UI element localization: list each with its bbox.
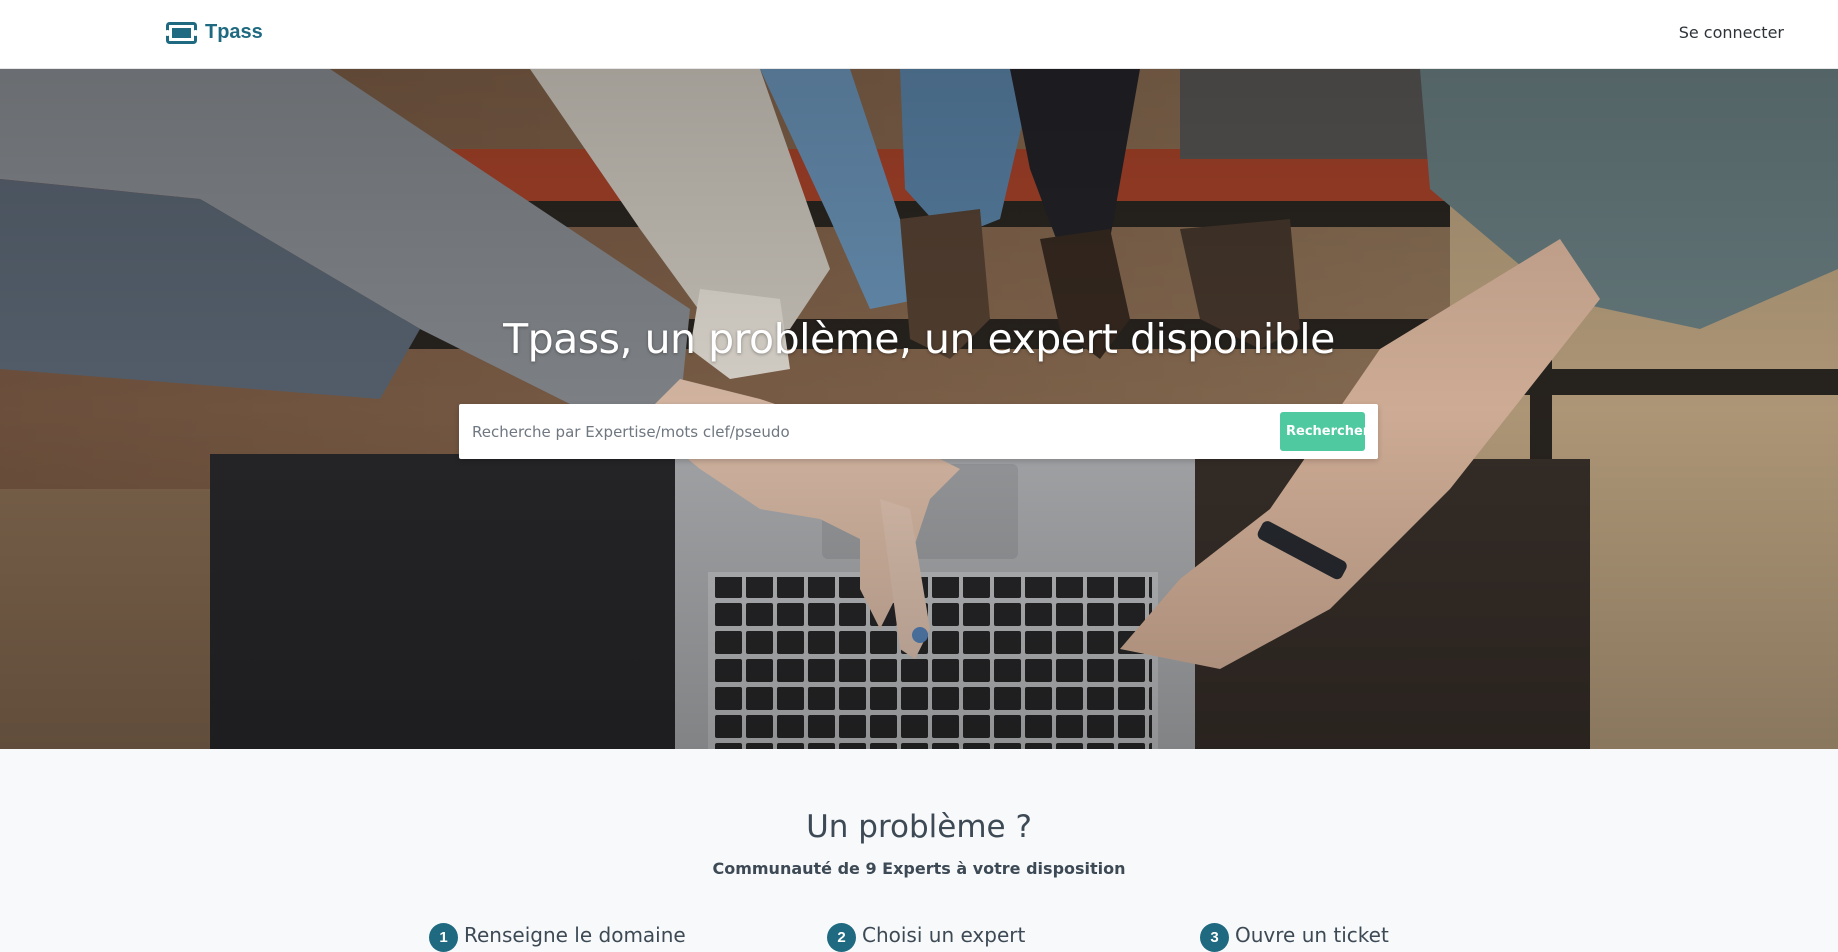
step-item: 3 Ouvre un ticket — [1200, 917, 1389, 952]
step-label: Choisi un expert — [862, 922, 1026, 947]
brand-link[interactable]: Tpass — [166, 21, 263, 44]
step-number-badge: 2 — [827, 923, 856, 952]
hero-section: Tpass, un problème, un expert disponible… — [0, 69, 1838, 749]
search-input[interactable] — [459, 404, 1274, 459]
search-button[interactable]: Rechercher — [1280, 412, 1369, 451]
login-link[interactable]: Se connecter — [1679, 23, 1784, 42]
brand-name: Tpass — [205, 21, 263, 43]
section-subtitle: Communauté de 9 Experts à votre disposit… — [712, 859, 1126, 878]
step-number-badge: 3 — [1200, 923, 1229, 952]
step-item: 1 Renseigne le domaine — [429, 917, 686, 952]
step-label: Ouvre un ticket — [1235, 922, 1389, 947]
how-it-works-section: Un problème ? Communauté de 9 Experts à … — [0, 749, 1838, 952]
step-number-badge: 1 — [429, 923, 458, 952]
step-label: Renseigne le domaine — [464, 922, 686, 947]
navbar: Tpass Se connecter — [0, 0, 1838, 69]
section-title: Un problème ? — [806, 809, 1032, 845]
step-item: 2 Choisi un expert — [827, 917, 1025, 952]
search-box: Rechercher — [459, 404, 1378, 459]
ticket-icon — [166, 21, 197, 44]
hero-title: Tpass, un problème, un expert disponible — [503, 315, 1335, 363]
